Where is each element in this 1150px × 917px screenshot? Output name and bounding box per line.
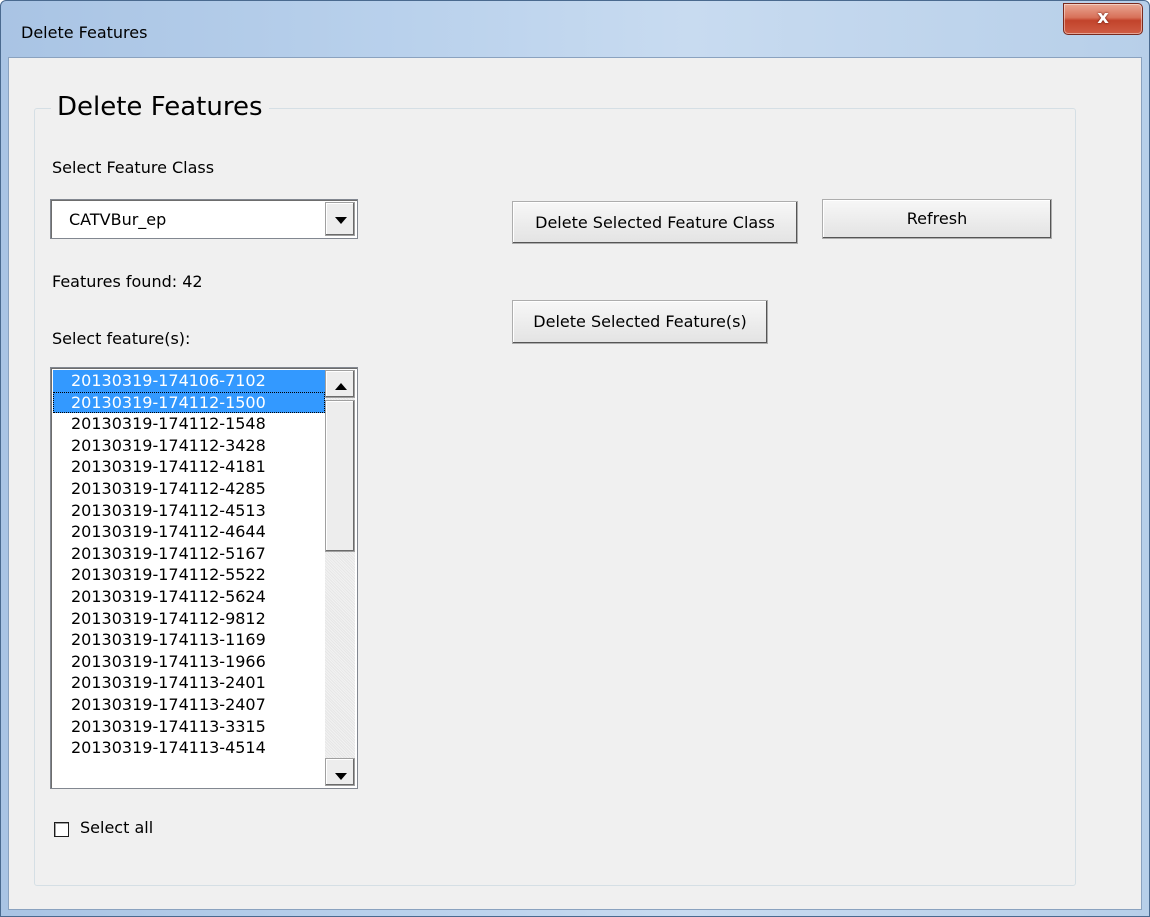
- vertical-scrollbar[interactable]: [325, 370, 355, 786]
- list-item[interactable]: 20130319-174112-5624: [53, 586, 325, 608]
- feature-class-value: CATVBur_ep: [69, 210, 167, 229]
- scroll-up-button[interactable]: [325, 370, 355, 398]
- list-item[interactable]: 20130319-174112-4513: [53, 500, 325, 522]
- list-item[interactable]: 20130319-174112-5522: [53, 564, 325, 586]
- select-all-checkbox[interactable]: [54, 822, 69, 837]
- list-item[interactable]: 20130319-174112-1500: [53, 391, 325, 414]
- list-item[interactable]: 20130319-174106-7102: [53, 370, 325, 392]
- list-item[interactable]: 20130319-174112-1548: [53, 413, 325, 435]
- list-item[interactable]: 20130319-174112-5167: [53, 543, 325, 565]
- list-item[interactable]: 20130319-174113-4514: [53, 737, 325, 759]
- select-all-label[interactable]: Select all: [80, 818, 153, 837]
- list-item[interactable]: 20130319-174112-3428: [53, 435, 325, 457]
- scroll-down-button[interactable]: [325, 758, 355, 786]
- refresh-button[interactable]: Refresh: [822, 199, 1052, 239]
- close-button[interactable]: x: [1063, 3, 1143, 35]
- list-item[interactable]: 20130319-174113-2407: [53, 694, 325, 716]
- list-item[interactable]: 20130319-174112-9812: [53, 608, 325, 630]
- scroll-down-icon: [335, 773, 347, 780]
- dropdown-button[interactable]: [325, 202, 355, 236]
- list-item[interactable]: 20130319-174113-1966: [53, 651, 325, 673]
- scroll-up-icon: [335, 383, 347, 390]
- scrollbar-thumb[interactable]: [325, 400, 355, 552]
- list-item[interactable]: 20130319-174113-1169: [53, 629, 325, 651]
- window-title: Delete Features: [21, 23, 148, 42]
- chevron-down-icon: [335, 217, 347, 224]
- close-icon: x: [1097, 7, 1109, 28]
- features-listbox[interactable]: 20130319-174106-7102 20130319-174112-1500…: [50, 367, 358, 789]
- list-item[interactable]: 20130319-174113-3315: [53, 716, 325, 738]
- features-found-label: Features found: 42: [52, 272, 203, 291]
- delete-features-button[interactable]: Delete Selected Feature(s): [512, 300, 768, 344]
- delete-feature-class-button[interactable]: Delete Selected Feature Class: [512, 201, 798, 244]
- title-bar[interactable]: Delete Features x: [1, 1, 1149, 57]
- select-features-label: Select feature(s):: [52, 329, 191, 348]
- list-item[interactable]: 20130319-174112-4644: [53, 521, 325, 543]
- features-list: 20130319-174106-7102 20130319-174112-1500…: [53, 370, 325, 759]
- list-item[interactable]: 20130319-174112-4285: [53, 478, 325, 500]
- feature-class-label: Select Feature Class: [52, 158, 215, 177]
- list-item[interactable]: 20130319-174113-2401: [53, 672, 325, 694]
- feature-class-select[interactable]: CATVBur_ep: [50, 199, 358, 239]
- list-item[interactable]: 20130319-174112-4181: [53, 456, 325, 478]
- group-title: Delete Features: [51, 92, 269, 122]
